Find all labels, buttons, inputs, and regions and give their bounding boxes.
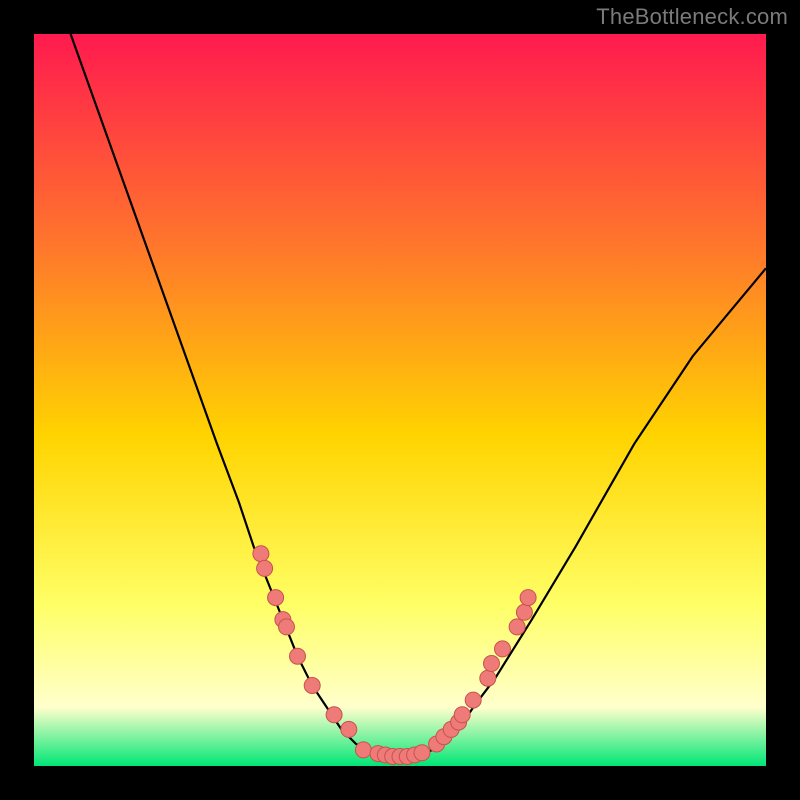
data-marker (454, 707, 470, 723)
data-marker (355, 742, 371, 758)
data-marker (326, 707, 342, 723)
data-marker (495, 641, 511, 657)
data-marker (520, 590, 536, 606)
data-marker (257, 560, 273, 576)
data-marker (516, 604, 532, 620)
data-marker (268, 590, 284, 606)
chart-svg (34, 34, 766, 766)
data-marker (279, 619, 295, 635)
data-marker (480, 670, 496, 686)
data-marker (290, 648, 306, 664)
data-marker (304, 678, 320, 694)
data-marker (341, 721, 357, 737)
watermark-text: TheBottleneck.com (596, 4, 788, 30)
data-marker (484, 656, 500, 672)
chart-frame: TheBottleneck.com (0, 0, 800, 800)
data-marker (414, 745, 430, 761)
plot-area (34, 34, 766, 766)
data-marker (509, 619, 525, 635)
gradient-bg (34, 34, 766, 766)
data-marker (465, 692, 481, 708)
data-marker (253, 546, 269, 562)
